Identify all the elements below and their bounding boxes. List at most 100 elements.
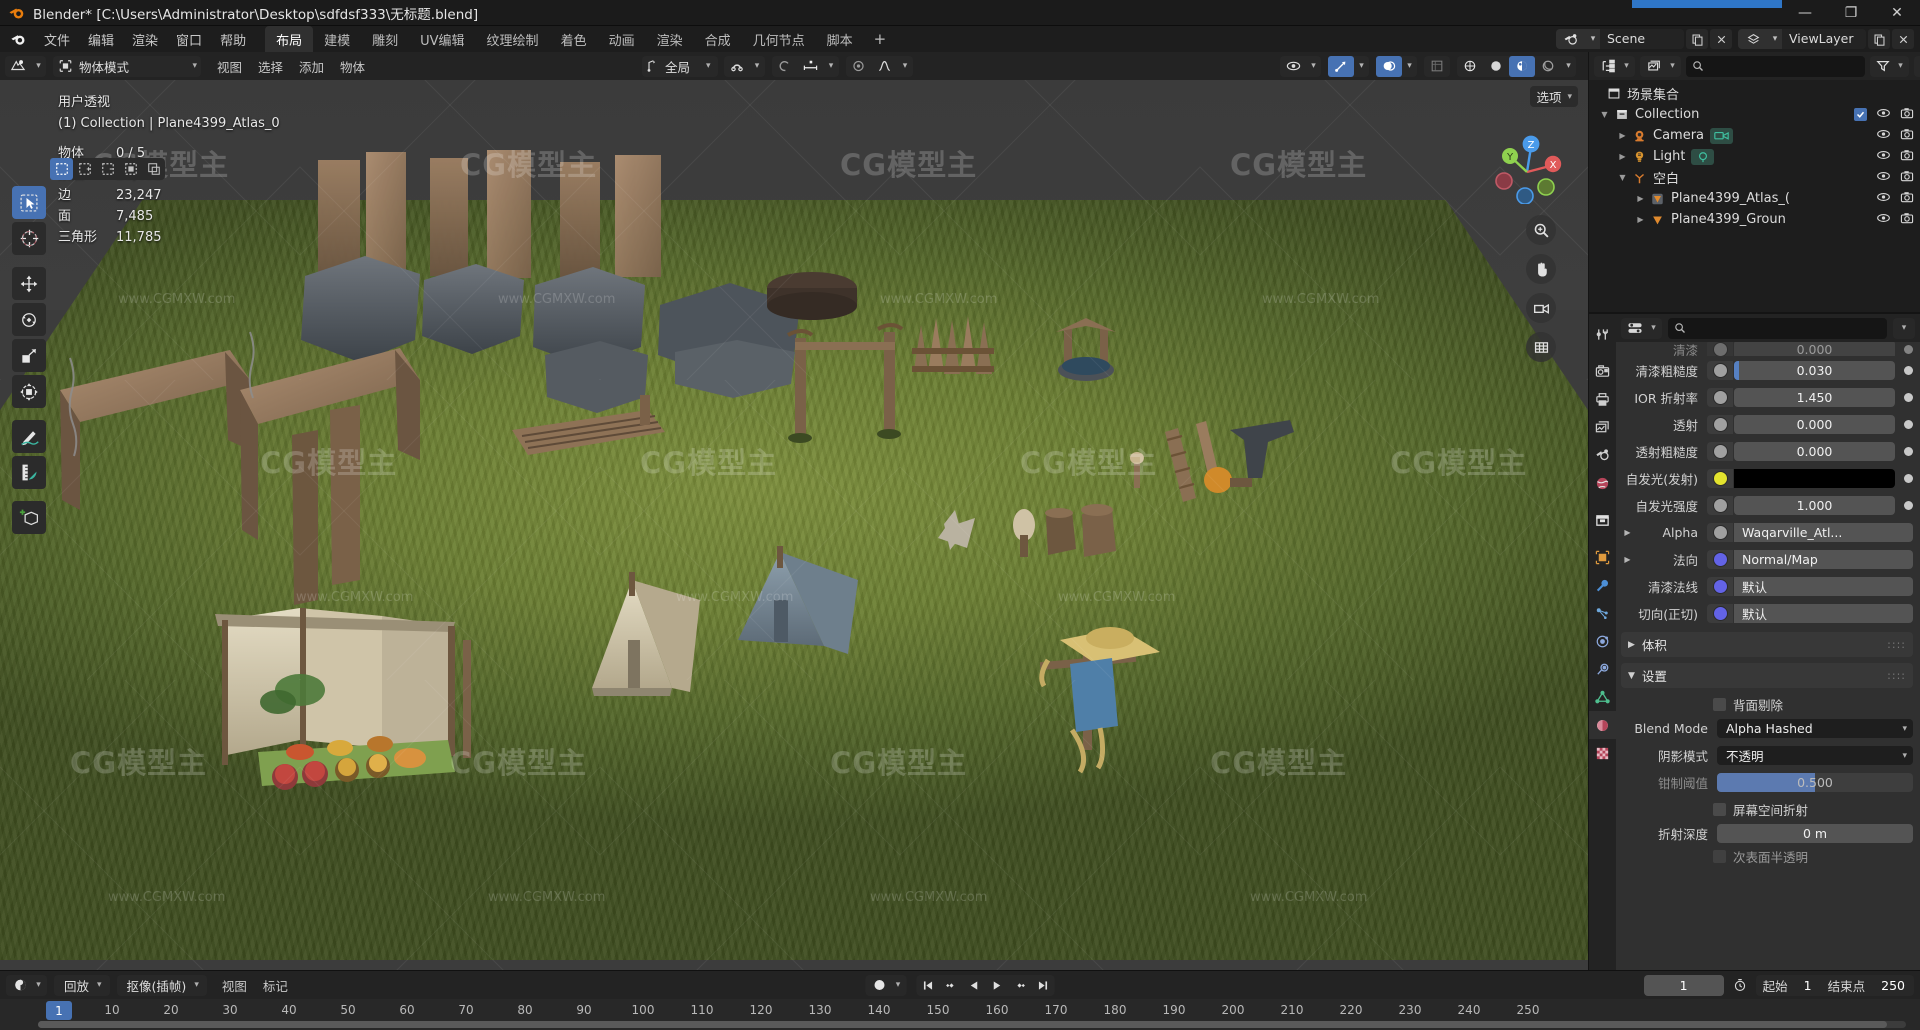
normal-disclosure-icon[interactable]: ▶ — [1621, 555, 1634, 564]
remove-view-layer-button[interactable] — [1892, 29, 1914, 49]
properties-content[interactable]: 清漆 0.000 清漆粗糙度 0.030 IOR 折射率 1.450 透射 0.… — [1616, 342, 1920, 970]
viewport-nav-buttons[interactable] — [1526, 215, 1556, 362]
proportional-edit-icon[interactable] — [772, 56, 798, 77]
alpha-disclosure-icon[interactable]: ▶ — [1621, 528, 1634, 537]
property-socket[interactable] — [1707, 550, 1733, 569]
outliner-search-box[interactable] — [1686, 55, 1865, 77]
toggle-ortho-icon[interactable] — [1526, 332, 1556, 362]
clip-threshold-value[interactable]: 0.500 — [1717, 773, 1913, 792]
animate-property-dot[interactable] — [1904, 366, 1913, 375]
clearcoat-normal-value[interactable]: 默认 — [1734, 577, 1913, 596]
disable-in-renders-camera-icon[interactable] — [1900, 170, 1914, 186]
keying-chevron-down-icon[interactable]: ▾ — [194, 980, 205, 990]
property-row-alpha[interactable]: ▶ Alpha Waqarville_Atl... — [1621, 520, 1913, 545]
select-intersect-icon[interactable] — [142, 158, 165, 180]
jump-to-end-button[interactable] — [1032, 975, 1055, 996]
orientation-chevron-down-icon[interactable]: ▾ — [706, 61, 715, 71]
object-tab-icon[interactable] — [1589, 543, 1616, 571]
add-workspace-button[interactable]: + — [864, 28, 897, 50]
solid-shading-icon[interactable] — [1483, 56, 1509, 77]
timeline-playback-controls[interactable]: ▾ — [865, 974, 1055, 996]
workspace-tab-texture-paint[interactable]: 纹理绘制 — [476, 26, 550, 53]
animate-property-dot[interactable] — [1904, 344, 1913, 354]
outliner-row-scene-collection[interactable]: 场景集合 — [1589, 83, 1920, 104]
timeline-editor[interactable]: ▾ 回放 ▾ 抠像(插帧) ▾ 视图 标记 ▾ 1 起始 1 结束点 250 1… — [0, 970, 1920, 1030]
property-row-clearcoat-normal[interactable]: 清漆法线 默认 — [1621, 574, 1913, 599]
material-tab-icon[interactable] — [1589, 711, 1616, 739]
outliner-row-plane-atlas[interactable]: ▶ Plane4399_Atlas_( — [1589, 188, 1920, 209]
disable-in-renders-camera-icon[interactable] — [1900, 149, 1914, 165]
timeline-frame-controls[interactable]: 1 起始 1 结束点 250 — [1643, 974, 1914, 996]
camera-view-icon[interactable] — [1526, 293, 1556, 323]
tangent-value[interactable]: 默认 — [1734, 604, 1913, 623]
scrollbar-thumb[interactable] — [38, 1021, 1888, 1028]
annotate-tool-icon[interactable] — [12, 420, 46, 453]
animate-property-dot[interactable] — [1904, 474, 1913, 483]
show-gizmo-eye-icon[interactable] — [1280, 56, 1306, 77]
backface-culling-checkbox[interactable] — [1713, 697, 1726, 711]
property-row-tangent[interactable]: 切向(正切) 默认 — [1621, 601, 1913, 626]
property-socket[interactable] — [1707, 342, 1733, 356]
snap-controls[interactable]: ▾ — [723, 55, 765, 77]
end-frame-value[interactable]: 250 — [1872, 978, 1914, 993]
scale-tool-icon[interactable] — [12, 339, 46, 372]
property-value[interactable]: 1.000 — [1734, 496, 1895, 515]
scene-chevron-down-icon[interactable]: ▾ — [1586, 29, 1600, 49]
disable-in-renders-camera-icon[interactable] — [1900, 128, 1914, 144]
outliner-new-collection-button[interactable] — [1914, 55, 1920, 77]
workspace-tab-modeling[interactable]: 建模 — [313, 26, 361, 53]
viewport-menu-select[interactable]: 选择 — [250, 55, 291, 78]
particles-tab-icon[interactable] — [1589, 599, 1616, 627]
timeline-menu-view[interactable]: 视图 — [214, 974, 255, 997]
emission-color-swatch[interactable] — [1734, 469, 1895, 488]
empty-disclosure-icon[interactable]: ▼ — [1615, 173, 1630, 182]
shadow-mode-chevron-down-icon[interactable]: ▾ — [1902, 751, 1907, 761]
empty-row-toggles[interactable] — [1868, 170, 1914, 186]
falloff-chevron-down-icon[interactable]: ▾ — [824, 56, 839, 77]
property-row-normal[interactable]: ▶ 法向 Normal/Map — [1621, 547, 1913, 572]
property-row-clearcoat[interactable]: 清漆 0.000 — [1621, 342, 1913, 356]
viewport-menu-view[interactable]: 视图 — [209, 55, 250, 78]
property-socket[interactable] — [1707, 604, 1733, 623]
visibility-controls[interactable]: ▾ — [1280, 55, 1321, 77]
scene-objects[interactable] — [0, 80, 1588, 970]
workspace-tab-shading[interactable]: 着色 — [550, 26, 598, 53]
property-row-clearcoat-roughness[interactable]: 清漆粗糙度 0.030 — [1621, 358, 1913, 383]
mirror-chevron-down-icon[interactable]: ▾ — [898, 56, 913, 77]
menu-window[interactable]: 窗口 — [167, 27, 211, 52]
select-invert-icon[interactable] — [119, 158, 142, 180]
outliner-editor-type-selector[interactable]: ▾ — [1594, 55, 1635, 77]
properties-search-box[interactable] — [1668, 317, 1887, 339]
property-socket[interactable] — [1707, 442, 1733, 461]
mesh-row-toggles[interactable] — [1868, 212, 1914, 228]
rotate-tool-icon[interactable] — [12, 303, 46, 336]
rendered-shading-icon[interactable] — [1535, 56, 1561, 77]
menu-file[interactable]: 文件 — [35, 27, 79, 52]
property-value[interactable]: 0.000 — [1734, 342, 1895, 356]
viewport-menu-object[interactable]: 物体 — [332, 55, 373, 78]
mirror-controls[interactable]: ▾ — [845, 55, 913, 77]
outliner-filter-button[interactable]: ▾ — [1870, 55, 1909, 77]
measure-tool-icon[interactable] — [12, 456, 46, 489]
world-tab-icon[interactable] — [1589, 469, 1616, 497]
blender-menu-icon[interactable] — [10, 31, 27, 48]
property-socket[interactable] — [1707, 388, 1733, 407]
menu-help[interactable]: 帮助 — [211, 27, 255, 52]
animate-property-dot[interactable] — [1904, 501, 1913, 510]
setting-subsurface-translucency[interactable]: 次表面半透明 — [1621, 848, 1913, 864]
start-frame-value[interactable]: 1 — [1795, 978, 1821, 993]
light-disclosure-icon[interactable]: ▶ — [1615, 152, 1630, 161]
options-chevron-down-icon[interactable]: ▾ — [1567, 92, 1572, 102]
outliner-row-empty[interactable]: ▼ 空白 — [1589, 167, 1920, 188]
normal-node-link[interactable]: Normal/Map — [1734, 550, 1913, 569]
setting-screen-space-refraction[interactable]: 屏幕空间折射 — [1621, 797, 1913, 821]
workspace-tab-layout[interactable]: 布局 — [265, 25, 314, 53]
timeline-type-chevron-down-icon[interactable]: ▾ — [32, 980, 45, 990]
workspace-tab-animation[interactable]: 动画 — [598, 26, 646, 53]
current-frame-field[interactable]: 1 — [1643, 974, 1724, 996]
panel-header-volume[interactable]: ▶ 体积 :::: — [1621, 632, 1913, 657]
proportional-editing-controls[interactable]: ▾ — [771, 55, 839, 77]
display-mode-chevron-down-icon[interactable]: ▾ — [1666, 61, 1679, 71]
timeline-horizontal-scrollbar[interactable] — [38, 1021, 1906, 1028]
gizmo-controls[interactable]: ▾ — [1328, 55, 1369, 77]
